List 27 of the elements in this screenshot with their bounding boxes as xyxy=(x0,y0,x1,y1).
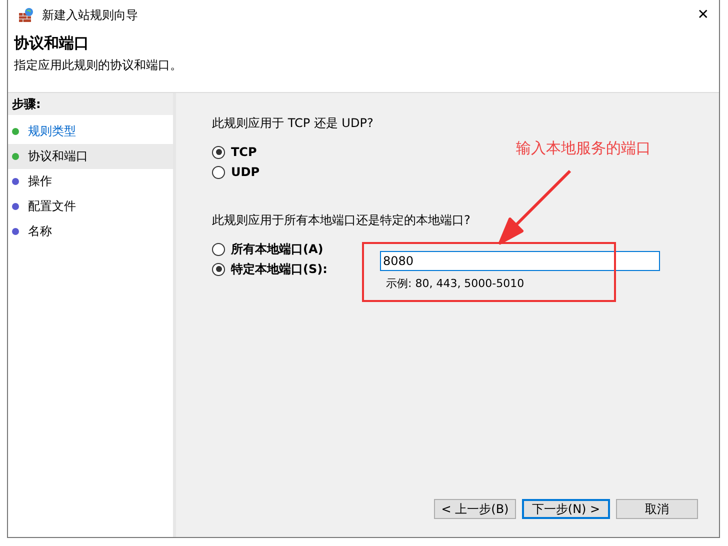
radio-label: TCP xyxy=(231,145,257,159)
step-item[interactable]: 规则类型 xyxy=(8,119,173,144)
port-input-field[interactable]: 8080 xyxy=(380,251,660,271)
page-subtitle: 指定应用此规则的协议和端口。 xyxy=(14,57,183,74)
radio-button[interactable] xyxy=(212,262,225,276)
port-example-hint: 示例: 80, 443, 5000-5010 xyxy=(386,276,526,291)
radio-button[interactable] xyxy=(212,166,225,178)
wizard-button[interactable]: 下一步(N) > xyxy=(522,499,610,519)
page-title: 协议和端口 xyxy=(14,34,90,53)
wizard-button[interactable]: < 上一步(B) xyxy=(434,499,516,519)
wizard-button[interactable]: 取消 xyxy=(616,499,698,519)
radio-button[interactable] xyxy=(212,146,225,158)
step-item[interactable]: 协议和端口 xyxy=(8,144,173,169)
port-question: 此规则应用于所有本地端口还是特定的本地端口? xyxy=(212,212,472,229)
steps-heading: 步骤: xyxy=(8,93,173,115)
annotation-text: 输入本地服务的端口 xyxy=(516,139,651,158)
protocol-question: 此规则应用于 TCP 还是 UDP? xyxy=(212,115,374,132)
radio-button[interactable] xyxy=(212,242,225,256)
step-item[interactable]: 操作 xyxy=(8,169,173,194)
close-button[interactable]: ✕ xyxy=(697,7,709,23)
step-item[interactable]: 配置文件 xyxy=(8,194,173,219)
radio-label: 所有本地端口(A) xyxy=(231,240,324,258)
radio-label: 特定本地端口(S): xyxy=(231,260,328,278)
firewall-icon xyxy=(18,7,34,23)
radio-label: UDP xyxy=(231,165,260,179)
window-title: 新建入站规则向导 xyxy=(42,6,138,24)
step-item[interactable]: 名称 xyxy=(8,219,173,244)
